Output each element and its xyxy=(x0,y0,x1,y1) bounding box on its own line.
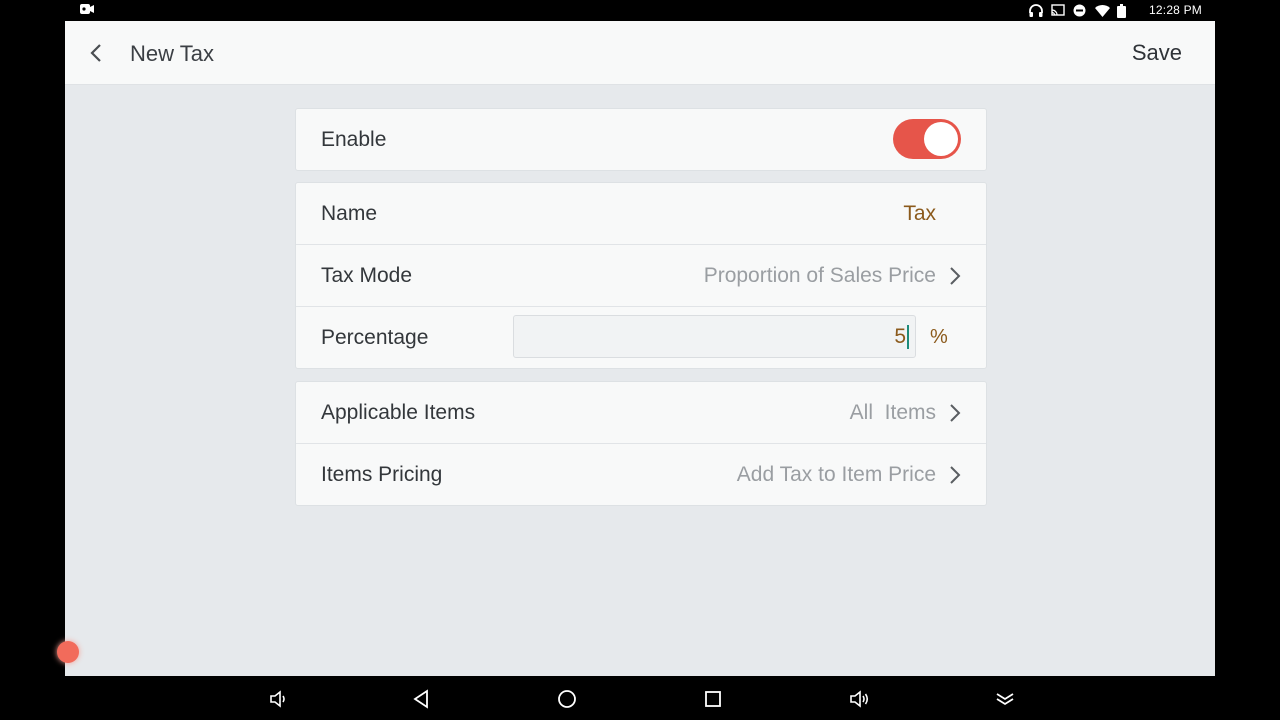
floating-record-button[interactable] xyxy=(57,641,79,663)
items-pricing-label: Items Pricing xyxy=(321,463,443,486)
status-time: 12:28 PM xyxy=(1149,3,1202,17)
chevron-right-icon xyxy=(950,404,961,422)
page-title: New Tax xyxy=(130,41,214,66)
enable-toggle[interactable] xyxy=(893,119,961,159)
percentage-input[interactable]: 5 xyxy=(513,315,916,358)
app-screen: New Tax Save Enable Name Tax Tax Mode Pr… xyxy=(57,21,1215,676)
tax-mode-label: Tax Mode xyxy=(321,264,413,287)
volume-down-icon[interactable] xyxy=(266,687,290,711)
tax-mode-value: Proportion of Sales Price xyxy=(703,264,936,287)
home-circle-icon[interactable] xyxy=(555,687,579,711)
enable-row: Enable xyxy=(296,109,986,170)
navigation-bar xyxy=(0,676,1280,720)
save-button[interactable]: Save xyxy=(1132,40,1182,66)
applicable-items-value: All Items xyxy=(849,401,936,424)
percentage-unit: % xyxy=(930,326,948,348)
cast-icon xyxy=(1051,3,1065,17)
percentage-row: Percentage 5 % xyxy=(296,307,986,368)
expand-down-icon[interactable] xyxy=(993,687,1017,711)
items-pricing-row[interactable]: Items Pricing Add Tax to Item Price xyxy=(296,444,986,505)
back-button[interactable] xyxy=(85,39,109,67)
applicable-items-label: Applicable Items xyxy=(321,401,476,424)
enable-label: Enable xyxy=(321,128,387,151)
headphones-icon xyxy=(1029,3,1043,17)
wifi-icon xyxy=(1095,4,1111,17)
text-cursor xyxy=(907,325,909,350)
battery-icon xyxy=(1117,3,1131,18)
name-label: Name xyxy=(321,202,378,225)
name-row[interactable]: Name Tax xyxy=(296,183,986,245)
details-card: Name Tax Tax Mode Proportion of Sales Pr… xyxy=(295,182,987,369)
chevron-right-icon xyxy=(950,267,961,285)
name-value[interactable]: Tax xyxy=(903,183,936,244)
top-app-bar: New Tax Save xyxy=(65,21,1215,85)
do-not-disturb-icon xyxy=(1073,4,1087,17)
applicable-items-row[interactable]: Applicable Items All Items xyxy=(296,382,986,444)
chevron-right-icon xyxy=(950,466,961,484)
enable-card: Enable xyxy=(295,108,987,171)
recents-square-icon[interactable] xyxy=(701,687,725,711)
tax-mode-row[interactable]: Tax Mode Proportion of Sales Price xyxy=(296,245,986,307)
items-card: Applicable Items All Items Items Pricing… xyxy=(295,381,987,506)
percentage-value: 5 xyxy=(894,325,906,348)
status-bar: 12:28 PM xyxy=(0,0,1280,21)
items-pricing-value: Add Tax to Item Price xyxy=(736,463,936,486)
video-record-icon xyxy=(80,3,94,18)
back-triangle-icon[interactable] xyxy=(410,687,434,711)
toggle-knob xyxy=(924,122,958,156)
volume-up-icon[interactable] xyxy=(847,687,871,711)
chevron-left-icon xyxy=(90,44,101,62)
percentage-label: Percentage xyxy=(321,326,429,349)
